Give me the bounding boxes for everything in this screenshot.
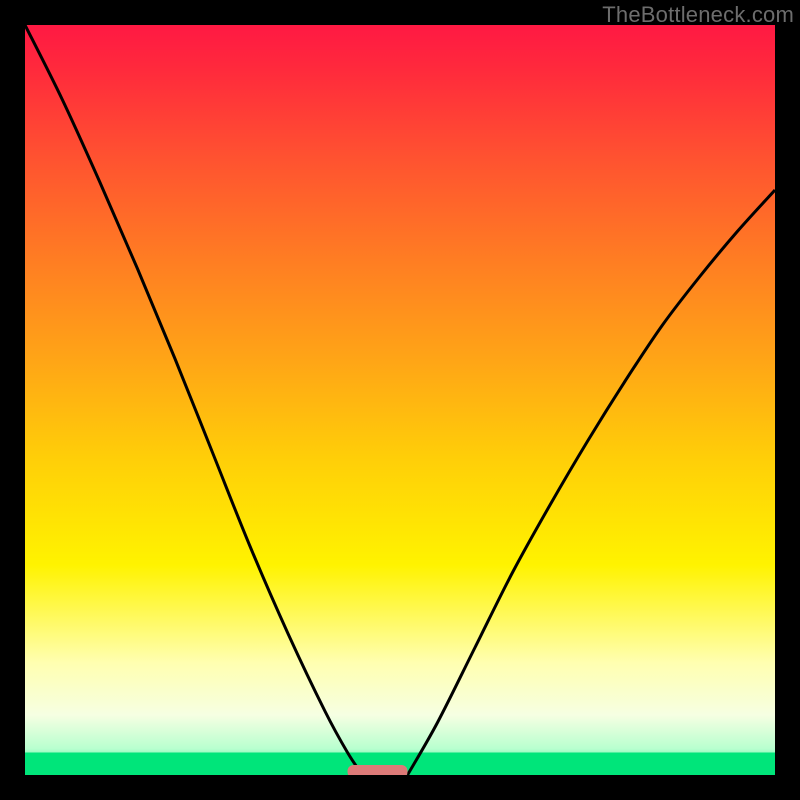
chart-frame: TheBottleneck.com	[0, 0, 800, 800]
bottleneck-chart	[25, 25, 775, 775]
gradient-background	[25, 25, 775, 775]
bottleneck-marker	[348, 765, 408, 775]
